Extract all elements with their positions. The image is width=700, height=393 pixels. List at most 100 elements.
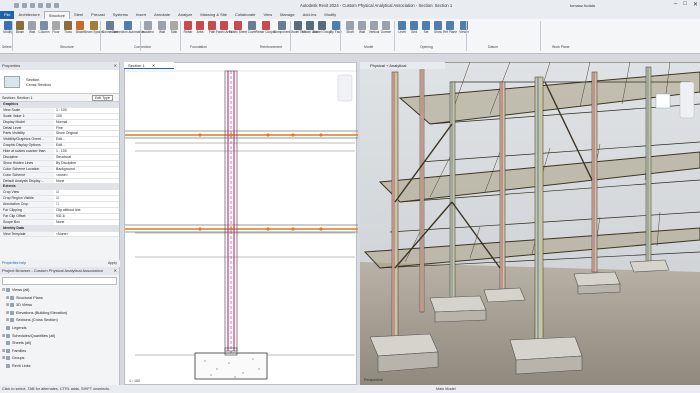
tab-section-1[interactable]: Section 1 ✕ bbox=[124, 62, 174, 69]
active-model[interactable]: Main Model bbox=[436, 385, 456, 393]
tab-file[interactable]: File bbox=[0, 11, 15, 19]
property-value[interactable]: Show Original bbox=[54, 131, 119, 137]
property-value[interactable]: Fine bbox=[54, 125, 119, 131]
quick-access-toolbar[interactable] bbox=[0, 3, 59, 8]
property-value[interactable]: Structural bbox=[54, 155, 119, 160]
close-icon[interactable]: ✕ bbox=[114, 62, 117, 70]
beam-button[interactable]: Beam bbox=[14, 21, 26, 43]
browser-item-structural-plans[interactable]: ⊞ Structural Plans bbox=[0, 295, 119, 303]
tab-add-ins[interactable]: Add-Ins bbox=[299, 11, 321, 19]
grid-button[interactable]: Grid bbox=[408, 21, 420, 43]
fabric-sheet-button[interactable]: Fabric Sheet bbox=[229, 21, 247, 43]
shaft-button[interactable]: Shaft bbox=[344, 21, 356, 43]
properties-help-link[interactable]: Properties help bbox=[2, 261, 26, 265]
perspective-view[interactable]: Perspective bbox=[360, 61, 700, 385]
property-value[interactable]: 100 bbox=[54, 113, 119, 119]
tab-massing-site[interactable]: Massing & Site bbox=[196, 11, 231, 19]
3d-model[interactable] bbox=[360, 61, 700, 385]
browser-item-views-all[interactable]: ⊟ Views (all) bbox=[0, 287, 119, 295]
property-value[interactable]: 1 : 100 bbox=[54, 149, 119, 155]
tab-systems[interactable]: Systems bbox=[109, 11, 132, 19]
property-value[interactable]: <None> bbox=[54, 231, 119, 237]
apply-button[interactable]: Apply bbox=[108, 260, 117, 267]
property-value[interactable]: Edit... bbox=[54, 143, 119, 149]
browser-item-schedules-quantities-all[interactable]: ⊞ Schedules/Quantities (all) bbox=[0, 333, 119, 341]
tab-insert[interactable]: Insert bbox=[132, 11, 150, 19]
component-button[interactable]: Component bbox=[274, 21, 290, 43]
level-button[interactable]: Level bbox=[396, 21, 408, 43]
tab-collaborate[interactable]: Collaborate bbox=[231, 11, 259, 19]
property-row[interactable]: View Template <None> bbox=[0, 231, 119, 238]
save-icon[interactable] bbox=[22, 3, 27, 8]
section-view[interactable]: 1 : 100 bbox=[124, 62, 358, 386]
redo-icon[interactable] bbox=[38, 3, 43, 8]
browser-item-sheets-all[interactable]: Sheets (all) bbox=[0, 340, 119, 348]
edit-type-button[interactable]: Edit Type bbox=[92, 95, 113, 101]
wall-button[interactable]: Wall bbox=[156, 21, 168, 43]
user-name[interactable]: tomasz.fudala bbox=[570, 3, 595, 8]
tab-annotate[interactable]: Annotate bbox=[150, 11, 174, 19]
rebar-coupler-button[interactable]: Rebar Coupler bbox=[256, 21, 276, 43]
property-value[interactable]: ☑ bbox=[54, 196, 119, 202]
print-icon[interactable] bbox=[46, 3, 51, 8]
browser-search-input[interactable] bbox=[2, 277, 117, 285]
tab-steel[interactable]: Steel bbox=[70, 11, 87, 19]
section-drawing[interactable] bbox=[125, 63, 358, 386]
viewer-button[interactable]: Viewer bbox=[458, 21, 470, 43]
view-type[interactable]: Perspective bbox=[364, 378, 383, 382]
undo-icon[interactable] bbox=[30, 3, 35, 8]
property-value[interactable]: 1 : 100 bbox=[54, 107, 119, 113]
panel-select[interactable]: Select bbox=[2, 45, 11, 49]
open-icon[interactable] bbox=[14, 3, 19, 8]
isolated-button[interactable]: Isolated bbox=[142, 21, 154, 43]
maximize-button[interactable]: □ bbox=[683, 1, 687, 8]
measure-icon[interactable] bbox=[54, 3, 59, 8]
tab-physical-analytical[interactable]: Physical + Analytical bbox=[360, 62, 445, 69]
property-value[interactable]: None bbox=[54, 219, 119, 225]
model-group-button[interactable]: Model Group bbox=[313, 21, 331, 43]
close-button[interactable]: ✕ bbox=[693, 1, 698, 8]
tab-manage[interactable]: Manage bbox=[276, 11, 298, 19]
floor-button[interactable]: Floor bbox=[50, 21, 62, 43]
property-value[interactable]: ☑ bbox=[54, 190, 119, 196]
wall-button[interactable]: Wall bbox=[356, 21, 368, 43]
browser-item-revit-links[interactable]: Revit Links bbox=[0, 363, 119, 371]
property-value[interactable]: Clip without line bbox=[54, 208, 119, 213]
connection-automation-button[interactable]: Connection Automation bbox=[112, 21, 144, 43]
type-selector[interactable]: Section Cross Section bbox=[0, 70, 119, 94]
truss-button[interactable]: Truss bbox=[62, 21, 74, 43]
browser-item-3d-views[interactable]: ⊞ 3D Views bbox=[0, 302, 119, 310]
browser-item-elevations-building-elevation[interactable]: ⊞ Elevations (Building Elevation) bbox=[0, 310, 119, 318]
property-value[interactable]: None bbox=[54, 178, 119, 184]
browser-item-families[interactable]: ⊞ Families bbox=[0, 348, 119, 356]
dormer-button[interactable]: Dormer bbox=[380, 21, 392, 43]
instance-selector[interactable]: Section: Section 1 Edit Type bbox=[0, 94, 119, 102]
rebar-button[interactable]: Rebar bbox=[182, 21, 194, 43]
property-value[interactable]: ☐ bbox=[54, 202, 119, 208]
tab-analyze[interactable]: Analyze bbox=[174, 11, 196, 19]
browser-item-groups[interactable]: ⊞ Groups bbox=[0, 355, 119, 363]
browser-item-legends[interactable]: Legends bbox=[0, 325, 119, 333]
minimize-button[interactable]: – bbox=[674, 1, 677, 8]
property-value[interactable]: By Discipline bbox=[54, 160, 119, 166]
browser-item-sections-cross-section[interactable]: ⊞ Sections (Cross Section) bbox=[0, 317, 119, 325]
property-value[interactable]: Edit... bbox=[54, 137, 119, 143]
column-button[interactable]: Column bbox=[38, 21, 50, 43]
area-button[interactable]: Area bbox=[194, 21, 206, 43]
property-value[interactable]: <none> bbox=[54, 172, 119, 178]
property-value[interactable]: Normal bbox=[54, 119, 119, 125]
tab-modify[interactable]: Modify bbox=[320, 11, 340, 19]
vertical-button[interactable]: Vertical bbox=[368, 21, 380, 43]
tab-view[interactable]: View bbox=[259, 11, 276, 19]
tab-architecture[interactable]: Architecture bbox=[14, 11, 43, 19]
view-scale[interactable]: 1 : 100 bbox=[129, 379, 140, 383]
close-icon[interactable]: ✕ bbox=[152, 63, 155, 68]
property-value[interactable]: Background bbox=[54, 166, 119, 172]
property-value[interactable]: 931.6 bbox=[54, 213, 119, 219]
slab-button[interactable]: Slab bbox=[168, 21, 180, 43]
beam-system-button[interactable]: Beam System bbox=[84, 21, 104, 43]
wall-button[interactable]: Wall bbox=[26, 21, 38, 43]
ref-plane-button[interactable]: Ref Plane bbox=[443, 21, 457, 43]
tab-structure[interactable]: Structure bbox=[43, 11, 71, 19]
set-button[interactable]: Set bbox=[420, 21, 432, 43]
